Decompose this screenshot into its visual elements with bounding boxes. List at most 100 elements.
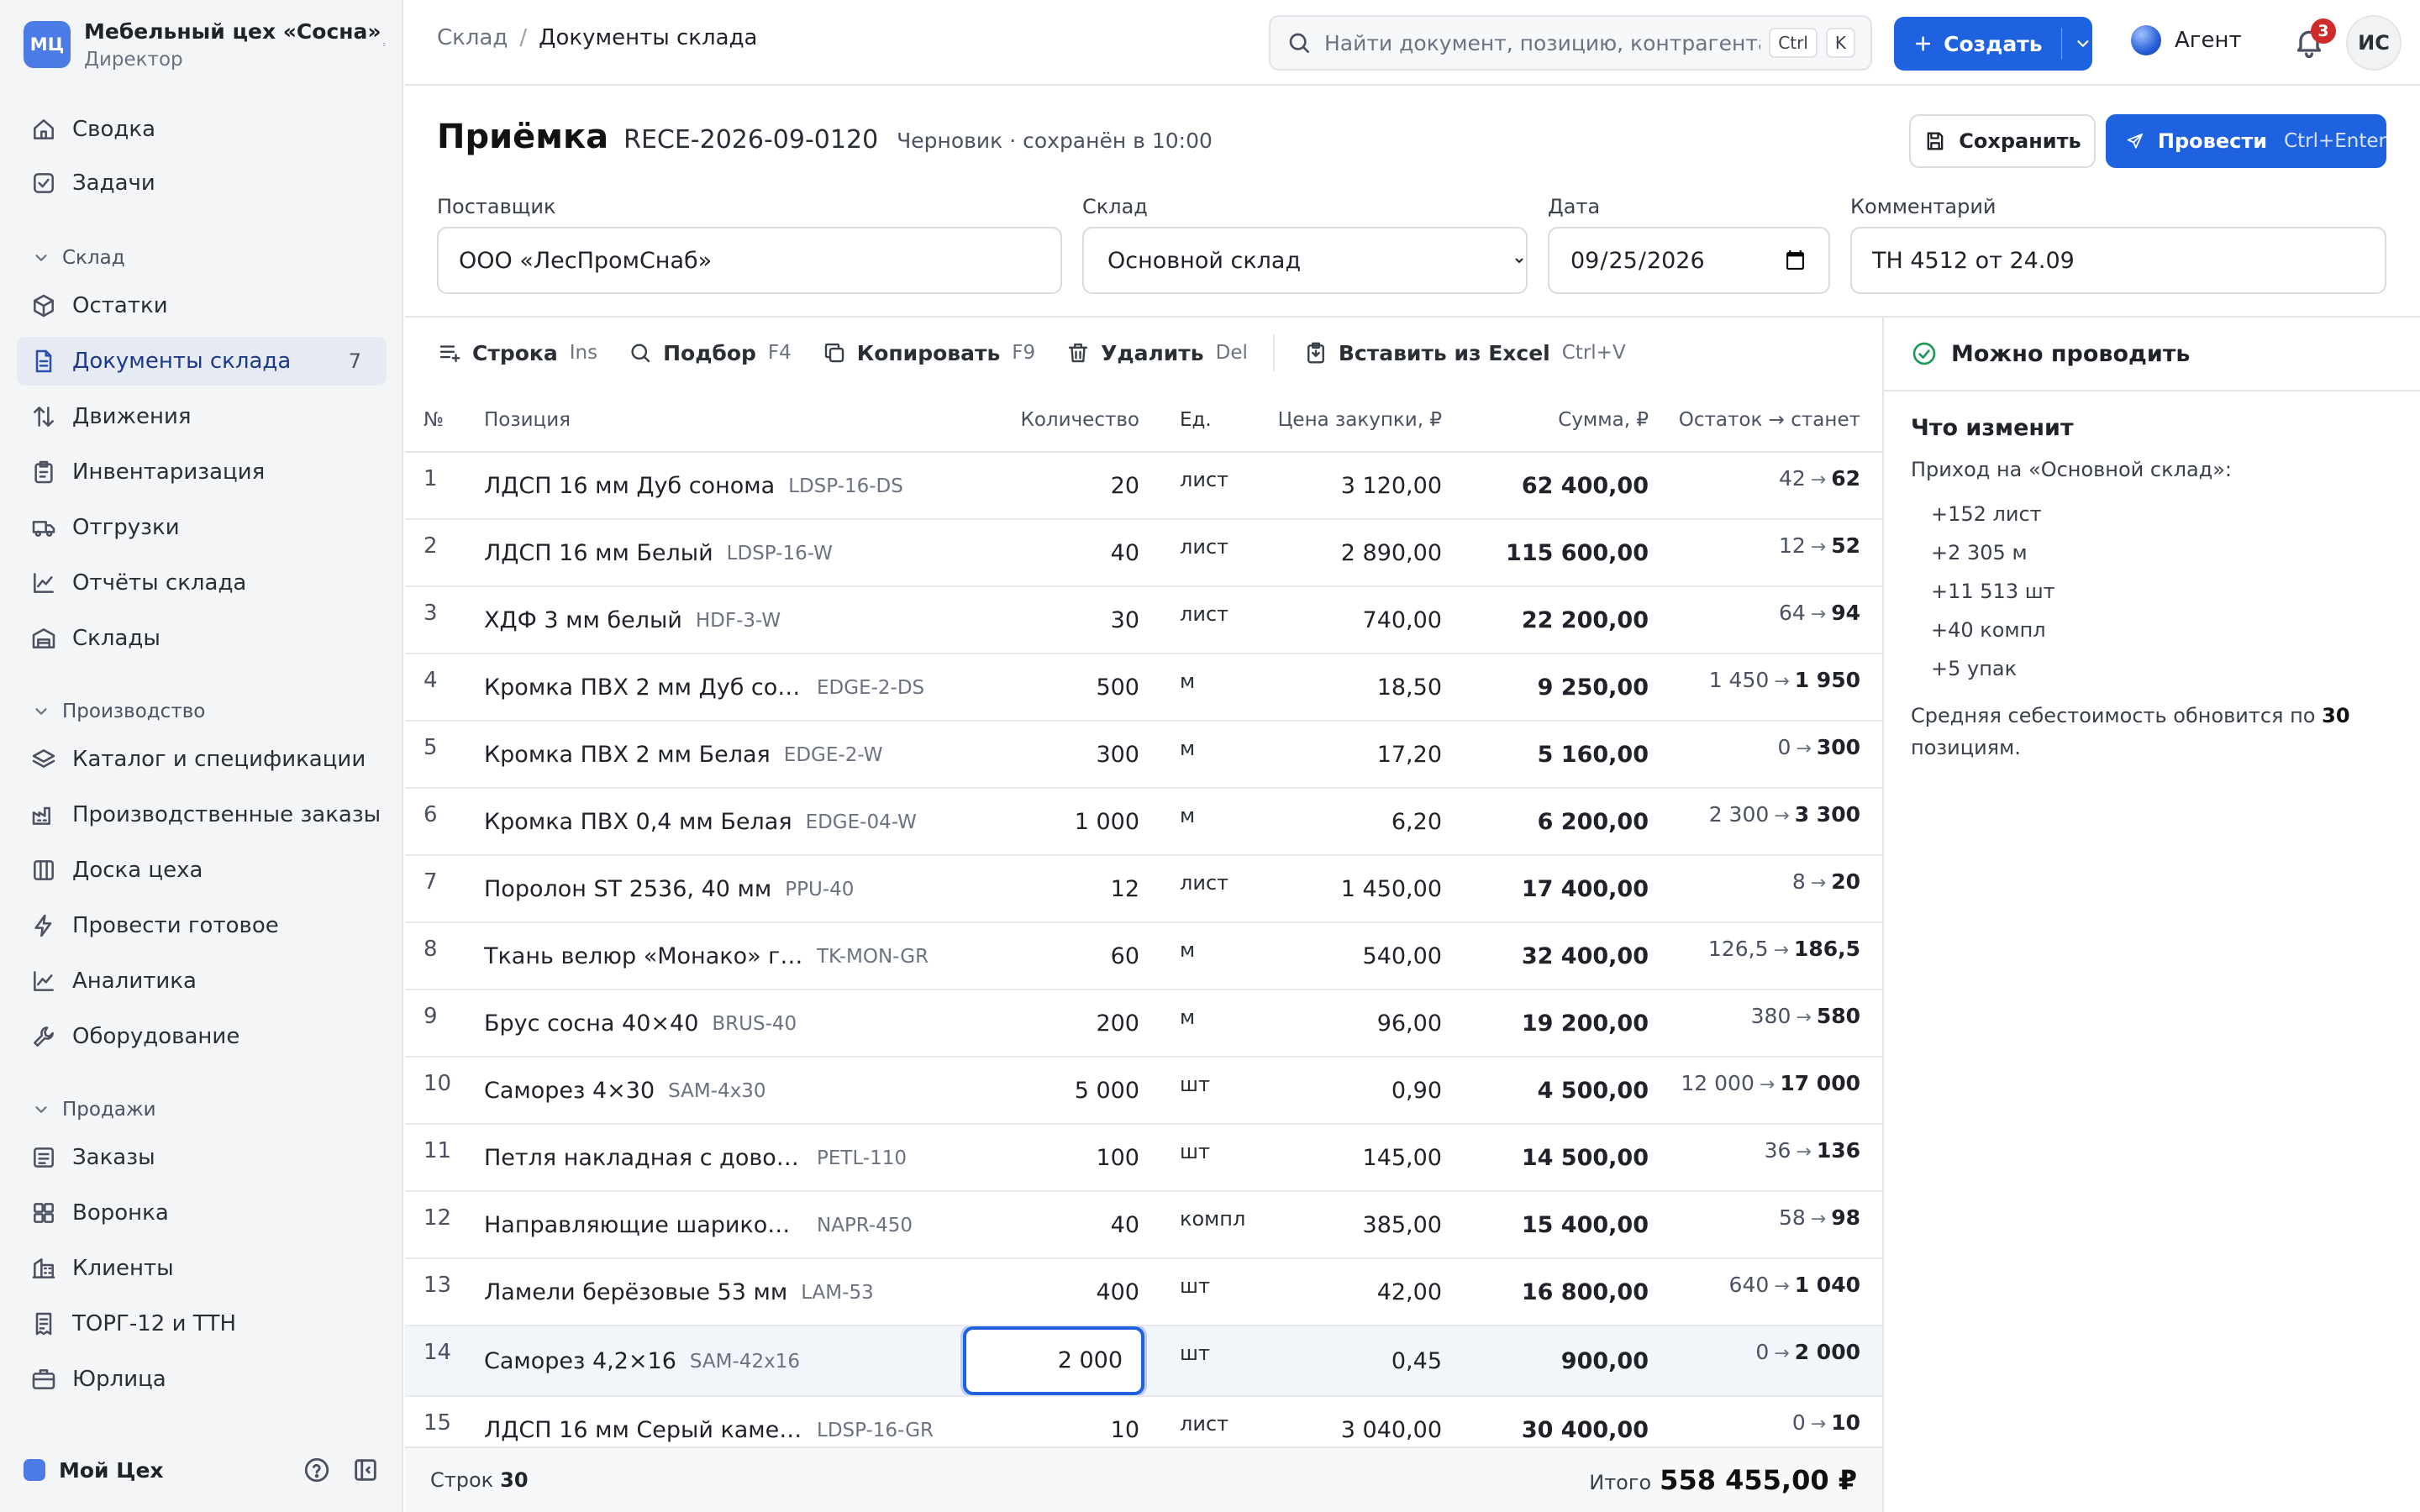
col-header-unit[interactable]: Ед. xyxy=(1156,388,1249,453)
sidebar-section-продажи[interactable]: Продажи xyxy=(32,1093,156,1126)
toolbar-clipboard-paste-button[interactable]: Вставить из Excel Ctrl+V xyxy=(1303,340,1626,365)
row-position[interactable]: Направляющие шариковы… NAPR-450 xyxy=(476,1191,955,1259)
row-price[interactable]: 96,00 xyxy=(1249,990,1450,1058)
agent-button[interactable]: Агент xyxy=(2131,25,2242,55)
table-row[interactable]: 10 Саморез 4×30 SAM-4x30 5 000 шт 0,90 4 500,0… xyxy=(405,1057,1882,1125)
col-header-no[interactable]: № xyxy=(405,388,476,453)
row-position[interactable]: Ткань велюр «Монако» гр… TK-MON-GR xyxy=(476,922,955,990)
row-quantity[interactable]: 300 xyxy=(955,721,1156,789)
table-row[interactable]: 1 ЛДСП 16 мм Дуб сонома LDSP-16-DS 20 лист 3 … xyxy=(405,452,1882,520)
row-price[interactable]: 385,00 xyxy=(1249,1191,1450,1259)
sidebar-item-документы-склада[interactable]: Документы склада 7 xyxy=(17,337,387,386)
row-quantity[interactable]: 30 xyxy=(955,586,1156,654)
quantity-input[interactable]: 2 000 xyxy=(963,1326,1144,1394)
table-row[interactable]: 7 Поролон ST 2536, 40 мм PPU-40 12 лист 1 450… xyxy=(405,855,1882,923)
sidebar-item-инвентаризация[interactable]: Инвентаризация xyxy=(17,448,387,496)
row-position[interactable]: ХДФ 3 мм белый HDF-3-W xyxy=(476,586,955,654)
row-price[interactable]: 0,90 xyxy=(1249,1057,1450,1125)
search-input[interactable] xyxy=(1324,30,1761,55)
sidebar-item-доска-цеха[interactable]: Доска цеха xyxy=(17,846,387,895)
sidebar-item-склады[interactable]: Склады xyxy=(17,614,387,663)
row-quantity[interactable]: 20 xyxy=(955,452,1156,520)
sidebar-section-производство[interactable]: Производство xyxy=(32,695,205,728)
row-quantity[interactable]: 12 xyxy=(955,855,1156,923)
row-price[interactable]: 1 450,00 xyxy=(1249,855,1450,923)
sidebar-section-склад[interactable]: Склад xyxy=(32,241,125,275)
toolbar-copy-button[interactable]: Копировать F9 xyxy=(822,340,1035,365)
row-position[interactable]: Брус сосна 40×40 BRUS-40 xyxy=(476,990,955,1058)
row-quantity[interactable]: 200 xyxy=(955,990,1156,1058)
supplier-field[interactable] xyxy=(437,227,1062,294)
row-quantity[interactable]: 2 000 xyxy=(955,1326,1156,1397)
table-row[interactable]: 5 Кромка ПВХ 2 мм Белая EDGE-2-W 300 м 17,20 5… xyxy=(405,721,1882,789)
row-quantity[interactable]: 40 xyxy=(955,1191,1156,1259)
sidebar-item-оборудование[interactable]: Оборудование xyxy=(17,1012,387,1061)
row-position[interactable]: Петля накладная с доводчи… PETL-110 xyxy=(476,1124,955,1192)
warehouse-select[interactable]: Основной склад xyxy=(1082,227,1528,294)
sidebar-item-каталог-и-спецификации[interactable]: Каталог и спецификации xyxy=(17,735,387,784)
sidebar-item-задачи[interactable]: Задачи xyxy=(17,159,387,207)
table-row[interactable]: 2 ЛДСП 16 мм Белый LDSP-16-W 40 лист 2 890,00… xyxy=(405,519,1882,587)
toolbar-trash-button[interactable]: Удалить Del xyxy=(1065,340,1248,365)
toolbar-add-row-button[interactable]: Строка Ins xyxy=(437,340,597,365)
row-quantity[interactable]: 10 xyxy=(955,1396,1156,1446)
sidebar-item-отгрузки[interactable]: Отгрузки xyxy=(17,503,387,552)
org-switcher[interactable]: МЦ Мебельный цех «Сосна» Директор xyxy=(24,18,387,71)
save-button[interactable]: Сохранить xyxy=(1909,114,2096,168)
row-price[interactable]: 18,50 xyxy=(1249,654,1450,722)
row-quantity[interactable]: 60 xyxy=(955,922,1156,990)
chevron-down-icon[interactable] xyxy=(2074,33,2092,55)
row-position[interactable]: Ламели берёзовые 53 мм LAM-53 xyxy=(476,1258,955,1326)
comment-field[interactable] xyxy=(1850,227,2386,294)
col-header-quantity[interactable]: Количество xyxy=(955,388,1156,453)
row-position[interactable]: ЛДСП 16 мм Серый камень LDSP-16-GR xyxy=(476,1396,955,1446)
table-row[interactable]: 11 Петля накладная с доводчи… PETL-110 100ш… xyxy=(405,1124,1882,1192)
row-position[interactable]: Кромка ПВХ 0,4 мм Белая EDGE-04-W xyxy=(476,788,955,856)
table-row[interactable]: 12 Направляющие шариковы… NAPR-450 40 компл 3… xyxy=(405,1191,1882,1259)
table-row[interactable]: 8 Ткань велюр «Монако» гр… TK-MON-GR 60 м 540… xyxy=(405,922,1882,990)
date-field[interactable] xyxy=(1548,227,1830,294)
row-position[interactable]: Саморез 4×30 SAM-4x30 xyxy=(476,1057,955,1125)
row-price[interactable]: 2 890,00 xyxy=(1249,519,1450,587)
post-button[interactable]: Провести Ctrl+Enter xyxy=(2106,114,2386,168)
collapse-sidebar-icon[interactable] xyxy=(351,1456,380,1484)
row-quantity[interactable]: 5 000 xyxy=(955,1057,1156,1125)
toolbar-search-button[interactable]: Подбор F4 xyxy=(628,340,792,365)
row-position[interactable]: Кромка ПВХ 2 мм Белая EDGE-2-W xyxy=(476,721,955,789)
table-row[interactable]: 3 ХДФ 3 мм белый HDF-3-W 30 лист 740,00 22 200… xyxy=(405,586,1882,654)
sidebar-item-юрлица[interactable]: Юрлица xyxy=(17,1355,387,1404)
sidebar-item-остатки[interactable]: Остатки xyxy=(17,281,387,330)
table-row[interactable]: 14 Саморез 4,2×16 SAM-42x16 2 000 шт 0,45 900,… xyxy=(405,1326,1882,1397)
row-price[interactable]: 740,00 xyxy=(1249,586,1450,654)
row-quantity[interactable]: 500 xyxy=(955,654,1156,722)
table-row[interactable]: 6 Кромка ПВХ 0,4 мм Белая EDGE-04-W 1 000 м 6… xyxy=(405,788,1882,856)
table-row[interactable]: 4 Кромка ПВХ 2 мм Дуб сон… EDGE-2-DS 500 м 18… xyxy=(405,654,1882,722)
sidebar-item-заказы[interactable]: Заказы xyxy=(17,1133,387,1182)
col-header-position[interactable]: Позиция xyxy=(476,388,955,453)
global-search[interactable]: Ctrl K xyxy=(1269,15,1872,71)
workspace-name[interactable]: Мой Цех xyxy=(59,1458,282,1483)
col-header-price[interactable]: Цена закупки, ₽ xyxy=(1249,388,1450,453)
help-icon[interactable] xyxy=(302,1456,331,1484)
breadcrumb-parent[interactable]: Склад xyxy=(437,25,508,50)
col-header-stock[interactable]: Остаток → станет xyxy=(1665,388,1882,453)
sidebar-item-движения[interactable]: Движения xyxy=(17,392,387,441)
row-position[interactable]: Кромка ПВХ 2 мм Дуб сон… EDGE-2-DS xyxy=(476,654,955,722)
row-price[interactable]: 17,20 xyxy=(1249,721,1450,789)
row-price[interactable]: 42,00 xyxy=(1249,1258,1450,1326)
sidebar-item-сводка[interactable]: Сводка xyxy=(17,105,387,154)
table-row[interactable]: 9 Брус сосна 40×40 BRUS-40 200 м 96,00 19 200,… xyxy=(405,990,1882,1058)
row-price[interactable]: 0,45 xyxy=(1249,1326,1450,1397)
table-row[interactable]: 13 Ламели берёзовые 53 мм LAM-53 400 шт 42,00… xyxy=(405,1258,1882,1326)
sidebar-item-отчёты-склада[interactable]: Отчёты склада xyxy=(17,559,387,607)
row-quantity[interactable]: 100 xyxy=(955,1124,1156,1192)
sidebar-item-торг-12-и-ттн[interactable]: ТОРГ-12 и ТТН xyxy=(17,1299,387,1348)
sidebar-item-провести-готовое[interactable]: Провести готовое xyxy=(17,901,387,950)
row-position[interactable]: Поролон ST 2536, 40 мм PPU-40 xyxy=(476,855,955,923)
row-price[interactable]: 540,00 xyxy=(1249,922,1450,990)
row-position[interactable]: ЛДСП 16 мм Белый LDSP-16-W xyxy=(476,519,955,587)
row-quantity[interactable]: 400 xyxy=(955,1258,1156,1326)
row-price[interactable]: 3 040,00 xyxy=(1249,1396,1450,1446)
sidebar-item-воронка[interactable]: Воронка xyxy=(17,1189,387,1237)
avatar[interactable]: ИС xyxy=(2346,15,2402,71)
